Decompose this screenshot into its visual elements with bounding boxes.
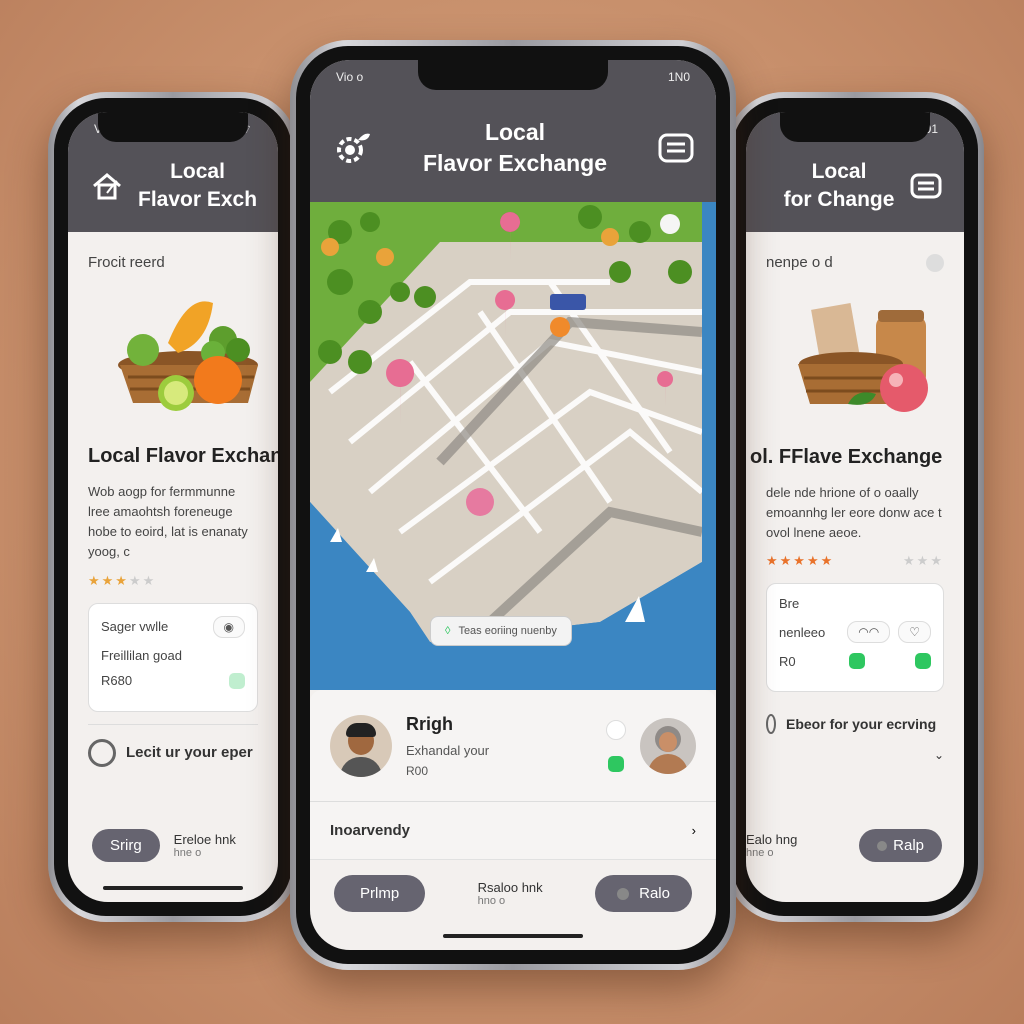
product-description: Wob aogp for fermmunne lree amaohtsh for… — [88, 484, 248, 560]
pantry-basket-image — [766, 296, 944, 416]
bottom-bar: Srirg Ereloe hnk hne o — [92, 829, 236, 862]
box-price: R0 — [779, 653, 796, 669]
pin-icon[interactable] — [606, 719, 626, 740]
phone-right-screen: 2601 Local for Change nenpe o d — [746, 112, 964, 902]
cta-row[interactable]: Lecit ur your eper — [88, 723, 258, 767]
home-indicator[interactable] — [443, 934, 583, 938]
location-chip[interactable]: ◉ — [212, 615, 245, 638]
secondary-button[interactable]: Ralo — [595, 875, 692, 912]
menu-icon[interactable] — [658, 133, 694, 163]
chevron-down-icon[interactable]: ⌄ — [766, 748, 944, 762]
status-right: 1N0 — [667, 70, 690, 84]
rating-stars: ★★★★★ — [88, 572, 157, 588]
clock-icon[interactable] — [926, 254, 944, 272]
phone-center: Vio o 1N0 Local Flavor Exchange ◊ Teas e… — [290, 40, 736, 970]
card-header: nenpe o d — [766, 254, 833, 271]
bottom-subtext: hne o — [173, 847, 202, 859]
product-card: nenpe o d ol. FFlave Exchange dele nde h… — [746, 232, 964, 784]
notch — [780, 112, 930, 142]
avatar-secondary[interactable] — [640, 717, 696, 774]
map-pin-icon: ◊ — [445, 625, 451, 637]
phone-left-screen: Vio o ⌔ Local Flavor Exch Frocit reerd — [68, 112, 278, 902]
profile-name: Rrigh — [406, 713, 453, 734]
pin-circle-icon — [88, 738, 116, 767]
map-search-text: Teas eoriing nuenby — [458, 625, 557, 637]
app-title-line1: Local — [170, 159, 225, 183]
nearby-row[interactable]: Inoarvendy › — [310, 802, 716, 860]
notch — [98, 112, 248, 142]
bottom-bar: Prlmp Rsaloo hnk hno o Ralo — [334, 875, 692, 912]
bottom-bar: Ealo hng hne o Ralp — [746, 829, 942, 862]
app-title-line2: Flavor Exchange — [422, 150, 608, 176]
toggle[interactable] — [229, 672, 245, 689]
pin-circle-icon — [766, 714, 776, 735]
box-label: Bre — [779, 596, 800, 612]
rating-stars: ★★★★★ ★★★ — [766, 553, 944, 569]
gear-leaf-icon[interactable] — [332, 128, 372, 168]
app-title-line1: Local — [484, 118, 546, 145]
status-toggle[interactable] — [608, 755, 624, 772]
app-title-line1: Local — [811, 159, 867, 183]
app-title-line2: for Change — [783, 188, 895, 211]
cta-row[interactable]: Ebeor for your ecrving — [766, 704, 944, 735]
notch — [418, 60, 608, 90]
product-card: Frocit reerd Local Flavor Exchange Wob a — [68, 232, 278, 789]
eyes-chip[interactable]: ◠◠ — [847, 621, 891, 644]
listing-box: Sager vwlle ◉ Freillilan goad R680 — [88, 602, 258, 712]
card-header: Frocit reerd — [88, 254, 165, 271]
map-search-chip[interactable]: ◊ Teas eoriing nuenby — [430, 616, 572, 646]
listing-box: Bre nenleeo ◠◠ ♡ R0 — [766, 583, 944, 693]
avatar[interactable] — [330, 714, 392, 777]
phone-left-bezel: Vio o ⌔ Local Flavor Exch Frocit reerd — [54, 98, 292, 916]
product-title: Local Flavor Exchange — [88, 445, 278, 467]
bottom-subtext: hne o — [746, 847, 774, 859]
bottom-subtext: hno o — [477, 895, 506, 907]
phone-right: 2601 Local for Change nenpe o d — [726, 92, 984, 922]
profile-subtitle: Exhandal your — [406, 742, 490, 758]
box-label: Sager vwlle — [101, 619, 169, 635]
profile-card[interactable]: Rrigh Exhandal your R00 — [310, 690, 716, 802]
phone-center-screen: Vio o 1N0 Local Flavor Exchange ◊ Teas e… — [310, 60, 716, 950]
product-title: ol. FFlave Exchange — [750, 446, 943, 468]
cta-text: Lecit ur your eper — [126, 744, 253, 762]
bottom-text: Rsaloo hnk — [477, 880, 543, 895]
nearby-label: Inoarvendy — [330, 822, 411, 839]
product-description: dele nde hrione of o oaally emoannhg ler… — [766, 485, 942, 541]
chevron-right-icon: › — [691, 823, 696, 838]
home-leaf-icon[interactable] — [90, 169, 124, 203]
bottom-text: Ealo hng — [746, 832, 798, 847]
cta-text: Ebeor for your ecrving — [786, 716, 937, 733]
map-view[interactable]: ◊ Teas eoriing nuenby — [310, 202, 716, 690]
profile-price: R00 — [406, 763, 429, 778]
phone-left: Vio o ⌔ Local Flavor Exch Frocit reerd — [48, 92, 298, 922]
fruit-basket-image — [88, 295, 258, 415]
box-item-name: nenleeo — [779, 624, 826, 640]
box-price: R680 — [101, 673, 133, 689]
bottom-button[interactable]: Ralp — [859, 829, 942, 862]
bottom-button[interactable]: Srirg — [92, 829, 160, 862]
bottom-text: Ereloe hnk — [173, 832, 236, 847]
phone-center-bezel: Vio o 1N0 Local Flavor Exchange ◊ Teas e… — [296, 46, 730, 964]
status-left: Vio o — [336, 70, 364, 84]
home-indicator[interactable] — [103, 886, 243, 890]
heart-chip[interactable]: ♡ — [898, 621, 931, 644]
box-item-name: Freillilan goad — [101, 647, 182, 663]
primary-button[interactable]: Prlmp — [334, 875, 426, 912]
toggle-1[interactable] — [849, 653, 865, 670]
phone-right-bezel: 2601 Local for Change nenpe o d — [732, 98, 978, 916]
app-title-line2: Flavor Exch — [138, 188, 258, 211]
toggle-2[interactable] — [915, 653, 931, 670]
menu-icon[interactable] — [910, 173, 942, 199]
